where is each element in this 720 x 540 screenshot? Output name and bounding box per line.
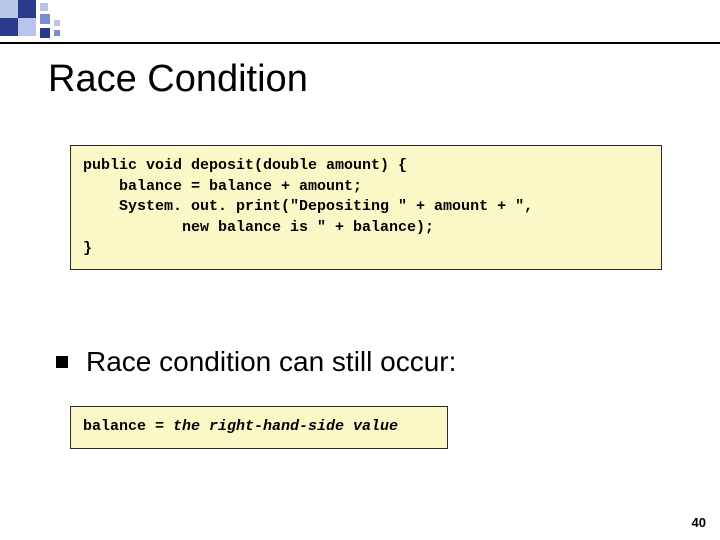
code-block-main: public void deposit(double amount) { bal… [70,145,662,270]
code-small-italic: the right-hand-side value [173,418,398,435]
slide-title: Race Condition [48,58,308,101]
bullet-text: Race condition can still occur: [86,346,456,378]
bullet-row: Race condition can still occur: [56,346,456,378]
horizontal-rule [0,42,720,44]
code-small-prefix: balance = [83,418,173,435]
code-text-main: public void deposit(double amount) { bal… [83,156,649,259]
square-bullet-icon [56,356,68,368]
corner-decoration [0,0,120,42]
code-block-small: balance = the right-hand-side value [70,406,448,449]
code-text-small: balance = the right-hand-side value [83,417,435,438]
page-number: 40 [692,515,706,530]
